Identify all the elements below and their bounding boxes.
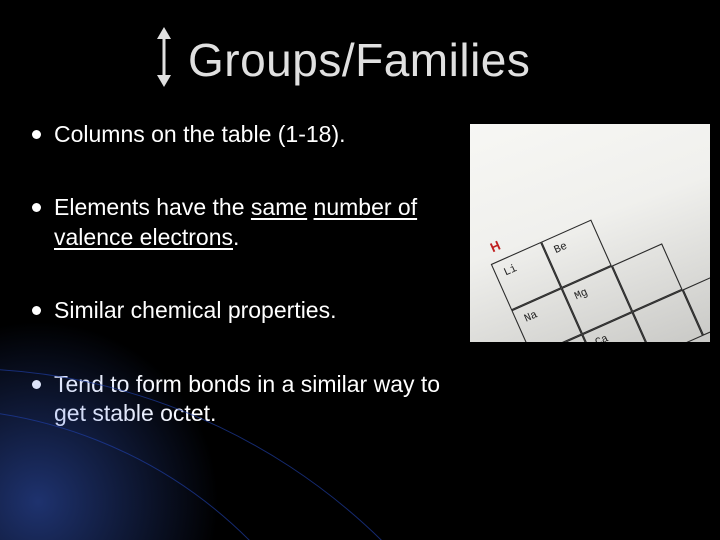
bullet-text: Columns on the table (1-18).	[54, 121, 346, 147]
bullet-item: Tend to form bonds in a similar way to g…	[32, 370, 462, 429]
bullet-text-suffix: .	[233, 224, 239, 250]
periodic-table-image: H Li Be Na Mg K Ca	[470, 124, 710, 342]
content-row: Columns on the table (1-18). Elements ha…	[30, 120, 690, 473]
bullet-text: Similar chemical properties.	[54, 297, 336, 323]
bullet-item: Similar chemical properties.	[32, 296, 462, 325]
vertical-arrow-icon	[150, 25, 178, 94]
bullet-text-underline: same	[251, 194, 307, 220]
bullet-item: Elements have the same number of valence…	[32, 193, 462, 252]
image-column: H Li Be Na Mg K Ca	[470, 124, 710, 342]
bullet-text: Tend to form bonds in a similar way to g…	[54, 371, 440, 426]
bullet-text-prefix: Elements have the	[54, 194, 251, 220]
element-h-label: H	[488, 238, 503, 256]
periodic-table-grid: H Li Be Na Mg K Ca	[470, 124, 710, 342]
bullet-list: Columns on the table (1-18). Elements ha…	[30, 120, 462, 473]
slide: Groups/Families Columns on the table (1-…	[0, 0, 720, 540]
title-row: Groups/Families	[150, 25, 690, 94]
slide-title: Groups/Families	[188, 33, 530, 87]
bullet-item: Columns on the table (1-18).	[32, 120, 462, 149]
